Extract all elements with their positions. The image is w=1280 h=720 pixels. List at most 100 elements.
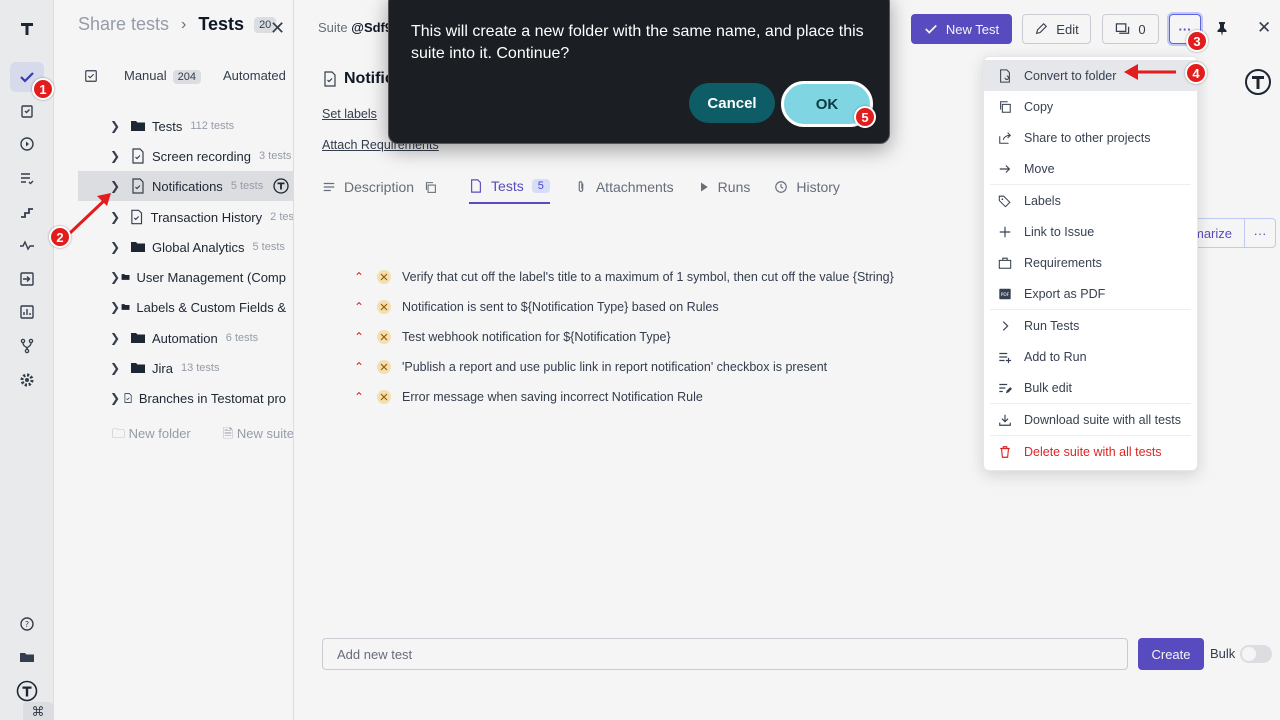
menu-item-bulk-edit[interactable]: Bulk edit bbox=[984, 372, 1197, 403]
chevron-right-icon[interactable]: ❯ bbox=[110, 331, 130, 345]
tab-history[interactable]: History bbox=[774, 178, 840, 204]
filter-automated[interactable]: Automated bbox=[223, 68, 286, 83]
chevron-right-icon[interactable]: ❯ bbox=[110, 210, 129, 224]
chevron-right-icon[interactable]: ❯ bbox=[110, 300, 121, 314]
download-icon bbox=[999, 414, 1011, 426]
check-icon bbox=[925, 24, 937, 34]
add-new-test-input[interactable] bbox=[322, 638, 1128, 670]
pdf-icon: PDF bbox=[999, 288, 1011, 299]
list-check-icon[interactable] bbox=[10, 163, 44, 193]
tab-description[interactable]: Description bbox=[322, 178, 445, 204]
gear-icon[interactable] bbox=[10, 365, 44, 395]
checklist-icon[interactable] bbox=[84, 69, 98, 83]
suite-file-icon bbox=[324, 71, 336, 87]
annotation-marker: 2 bbox=[49, 226, 71, 248]
close-icon[interactable]: ✕ bbox=[270, 18, 285, 39]
menu-item-run-tests[interactable]: Run Tests bbox=[984, 310, 1197, 341]
import-icon[interactable] bbox=[10, 264, 44, 294]
test-row[interactable]: ⌃ Test webhook notification for ${Notifi… bbox=[354, 322, 894, 352]
test-row[interactable]: ⌃ 'Publish a report and use public link … bbox=[354, 352, 894, 382]
priority-high-icon: ⌃ bbox=[354, 330, 365, 344]
command-shortcut[interactable]: ⌘ bbox=[23, 702, 53, 720]
help-icon[interactable]: ? bbox=[10, 609, 44, 639]
more-actions-menu: Convert to folder Copy Share to other pr… bbox=[983, 56, 1198, 471]
chevron-right-icon[interactable]: ❯ bbox=[110, 270, 121, 284]
menu-item-convert-to-folder[interactable]: Convert to folder bbox=[984, 60, 1197, 91]
chevron-right-icon[interactable]: ❯ bbox=[110, 240, 130, 254]
tab-attachments[interactable]: Attachments bbox=[574, 178, 674, 204]
summarize-button[interactable]: marize bbox=[1190, 218, 1246, 248]
tree-item[interactable]: ❯ Automation 6 tests bbox=[78, 323, 293, 353]
bulk-toggle[interactable] bbox=[1240, 645, 1272, 663]
breadcrumb-current: Tests bbox=[198, 14, 245, 34]
tag-icon bbox=[998, 195, 1011, 207]
menu-item-link-to-issue[interactable]: Link to Issue bbox=[984, 216, 1197, 247]
branch-icon[interactable] bbox=[10, 331, 44, 361]
test-row[interactable]: ⌃ Verify that cut off the label's title … bbox=[354, 262, 894, 292]
close-icon[interactable]: ✕ bbox=[1257, 18, 1271, 38]
play-circle-icon[interactable] bbox=[10, 129, 44, 159]
edit-button[interactable]: Edit bbox=[1022, 14, 1091, 44]
menu-item-download-suite[interactable]: Download suite with all tests bbox=[984, 404, 1197, 435]
pulse-icon[interactable] bbox=[10, 230, 44, 260]
comments-icon bbox=[1116, 22, 1130, 34]
menu-item-add-to-run[interactable]: Add to Run bbox=[984, 341, 1197, 372]
tree-item[interactable]: ❯ Transaction History 2 tes bbox=[78, 202, 293, 232]
menu-item-move[interactable]: Move bbox=[984, 153, 1197, 184]
breadcrumb: Share tests › Tests 20 bbox=[78, 14, 277, 35]
tab-tests[interactable]: Tests 5 bbox=[469, 178, 550, 204]
create-button[interactable]: Create bbox=[1138, 638, 1204, 670]
cancel-button[interactable]: Cancel bbox=[689, 83, 775, 123]
clipboard-icon[interactable] bbox=[10, 96, 44, 126]
tree-item[interactable]: ❯ Jira 13 tests bbox=[78, 353, 293, 383]
suite-file-icon bbox=[131, 209, 143, 225]
tree-item-selected[interactable]: ❯ Notifications 5 tests bbox=[78, 171, 293, 201]
tree-filter-bar: Manual 204 Automated bbox=[84, 68, 286, 84]
tree-item[interactable]: ❯ Labels & Custom Fields & bbox=[78, 292, 293, 322]
menu-item-export-pdf[interactable]: PDF Export as PDF bbox=[984, 278, 1197, 309]
steps-icon[interactable] bbox=[10, 197, 44, 227]
menu-item-delete-suite[interactable]: Delete suite with all tests bbox=[984, 436, 1197, 467]
summarize-more-button[interactable]: ··· bbox=[1244, 218, 1276, 248]
annotation-marker: 1 bbox=[32, 78, 54, 100]
test-row[interactable]: ⌃ Notification is sent to ${Notification… bbox=[354, 292, 894, 322]
suite-tabs: Description Tests 5 Attachments Runs His… bbox=[322, 178, 864, 204]
chevron-right-icon[interactable]: ❯ bbox=[110, 149, 130, 163]
dialog-message: This will create a new folder with the s… bbox=[411, 23, 864, 62]
folder-icon bbox=[121, 304, 130, 310]
tree-item[interactable]: ❯ User Management (Comp bbox=[78, 262, 293, 292]
new-test-button[interactable]: New Test bbox=[911, 14, 1012, 44]
folder-icon bbox=[131, 242, 145, 252]
suite-id[interactable]: @Sdf9 bbox=[351, 20, 392, 35]
chevron-right-icon[interactable]: ❯ bbox=[110, 361, 130, 375]
test-row[interactable]: ⌃ Error message when saving incorrect No… bbox=[354, 382, 894, 412]
tree-item[interactable]: ❯ Screen recording 3 tests bbox=[78, 141, 293, 171]
chevron-right-icon[interactable]: ❯ bbox=[110, 391, 123, 405]
chevron-right-icon[interactable]: ❯ bbox=[110, 179, 130, 193]
convert-folder-icon bbox=[1000, 68, 1010, 83]
copy-icon[interactable] bbox=[424, 181, 437, 194]
menu-item-labels[interactable]: Labels bbox=[984, 185, 1197, 216]
new-folder-button[interactable]: 🗀 New folder bbox=[112, 425, 207, 447]
menu-item-copy[interactable]: Copy bbox=[984, 91, 1197, 122]
chevron-right-icon[interactable]: ❯ bbox=[110, 119, 130, 133]
tests-list: ⌃ Verify that cut off the label's title … bbox=[354, 262, 894, 412]
folders-icon[interactable] bbox=[10, 642, 44, 672]
share-icon bbox=[999, 131, 1011, 144]
tree-item[interactable]: ❯ Branches in Testomat pro bbox=[78, 383, 293, 413]
set-labels-link[interactable]: Set labels bbox=[322, 107, 377, 121]
new-suite-button[interactable]: 🗎 New suite bbox=[223, 425, 293, 447]
breadcrumb-parent[interactable]: Share tests bbox=[78, 14, 169, 35]
bar-chart-icon[interactable] bbox=[10, 297, 44, 327]
menu-item-share[interactable]: Share to other projects bbox=[984, 122, 1197, 153]
tree-item[interactable]: ❯ Tests 112 tests bbox=[78, 111, 293, 141]
tab-runs[interactable]: Runs bbox=[698, 178, 750, 204]
confirm-dialog: This will create a new folder with the s… bbox=[388, 0, 890, 144]
tree-item[interactable]: ❯ Global Analytics 5 tests bbox=[78, 232, 293, 262]
filter-manual[interactable]: Manual 204 bbox=[124, 68, 201, 84]
copy-icon bbox=[1000, 100, 1011, 113]
comments-button[interactable]: 0 bbox=[1102, 14, 1159, 44]
testomat-logo-icon[interactable] bbox=[10, 14, 44, 44]
pin-icon[interactable] bbox=[1214, 21, 1230, 37]
menu-item-requirements[interactable]: Requirements bbox=[984, 247, 1197, 278]
